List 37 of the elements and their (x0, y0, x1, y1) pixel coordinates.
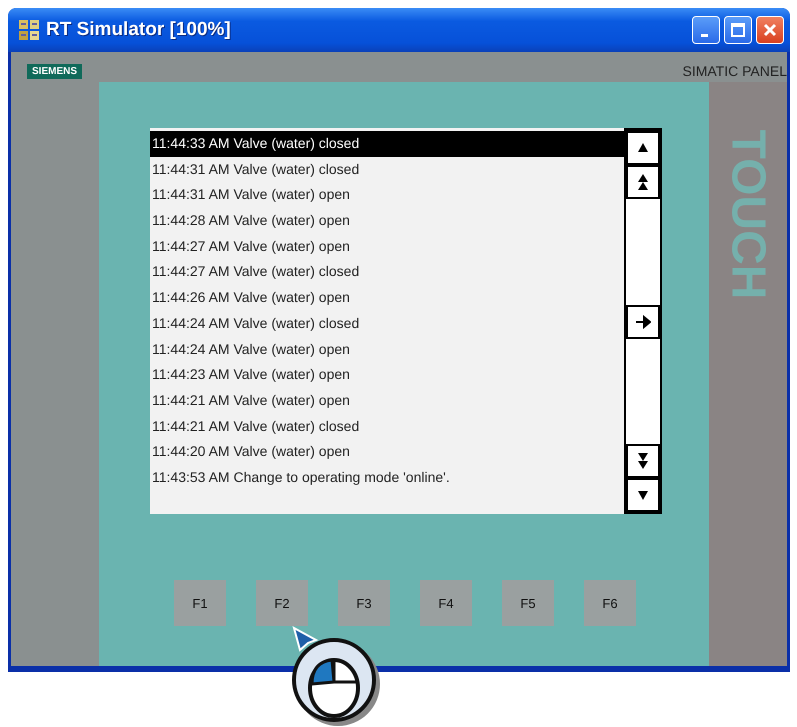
close-button[interactable] (756, 16, 784, 44)
down-arrow-icon (635, 451, 651, 471)
function-key[interactable]: F1 (174, 580, 226, 626)
alarm-row[interactable]: 11:43:53 AM Change to operating mode 'online'. (150, 464, 624, 491)
alarm-row[interactable]: 11:44:31 AM Valve (water) open (150, 182, 624, 208)
function-key[interactable]: F2 (256, 580, 308, 626)
alarm-row[interactable]: 11:44:20 AM Valve (water) open (150, 439, 624, 465)
alarm-row[interactable]: 11:44:24 AM Valve (water) open (150, 336, 624, 362)
window-title: RT Simulator [100%] (46, 19, 232, 41)
scroll-down-button[interactable] (626, 478, 660, 512)
alarm-row[interactable]: 11:44:23 AM Valve (water) open (150, 362, 624, 388)
maximize-icon (731, 23, 745, 37)
function-key[interactable]: F6 (584, 580, 636, 626)
app-icon (18, 19, 40, 41)
alarm-row[interactable]: 11:44:33 AM Valve (water) closed (150, 131, 624, 157)
alarm-row[interactable]: 11:44:26 AM Valve (water) open (150, 285, 624, 311)
brand-badge: SIEMENS (27, 64, 82, 78)
page-up-button[interactable] (626, 165, 660, 199)
maximize-button[interactable] (724, 16, 752, 44)
close-icon (763, 23, 777, 37)
alarm-row[interactable]: 11:44:21 AM Valve (water) closed (150, 414, 624, 440)
enter-button[interactable] (626, 304, 660, 338)
alarm-row[interactable]: 11:44:31 AM Valve (water) closed (150, 156, 624, 182)
function-key[interactable]: F5 (502, 580, 554, 626)
alarm-row[interactable]: 11:44:28 AM Valve (water) open (150, 208, 624, 234)
scroll-up-button[interactable] (626, 131, 660, 165)
alarm-row[interactable]: 11:44:24 AM Valve (water) closed (150, 310, 624, 336)
panel-model-label: SIMATIC PANEL (682, 63, 787, 79)
function-key[interactable]: F4 (420, 580, 472, 626)
alarm-row[interactable]: 11:44:27 AM Valve (water) closed (150, 259, 624, 286)
function-key[interactable]: F3 (338, 580, 390, 626)
alarm-row[interactable]: 11:44:21 AM Valve (water) open (150, 388, 624, 414)
minimize-icon (700, 34, 708, 36)
minimize-button[interactable] (692, 16, 720, 44)
page-down-button[interactable] (626, 444, 660, 478)
alarm-row[interactable]: 11:44:27 AM Valve (water) open (150, 234, 624, 260)
up-arrow-icon (635, 172, 651, 192)
